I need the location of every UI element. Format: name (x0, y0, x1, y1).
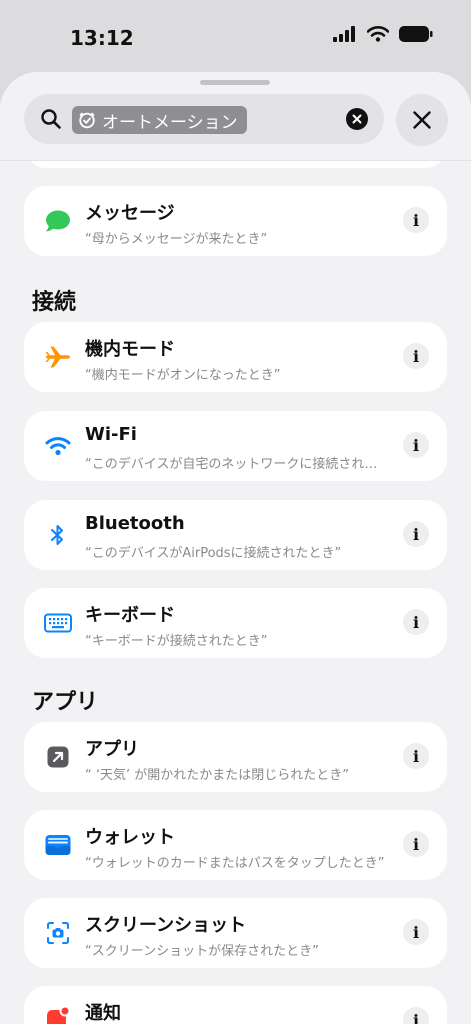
clear-x-icon (352, 114, 362, 124)
list-item-wallet[interactable]: ウォレット “ウォレットのカードまたはパスをタップしたとき” i (24, 810, 447, 880)
search-token-label: オートメーション (102, 112, 238, 133)
item-title: キーボード (85, 605, 175, 626)
item-title: スクリーンショット (85, 915, 247, 936)
battery-icon (399, 26, 433, 42)
status-time: 13:12 (70, 26, 134, 50)
list-item-keyboard[interactable]: キーボード “キーボードが接続されたとき” i (24, 588, 447, 658)
cellular-signal-icon (333, 26, 355, 42)
search-field[interactable]: オートメーション (24, 94, 384, 144)
automation-sheet: オートメーション メッセージ “母からメッセージが来たとき” i 接続 機内モー… (0, 72, 471, 1024)
item-subtitle: “キーボードが接続されたとき” (85, 634, 268, 649)
item-subtitle: “このデバイスがAirPodsに接続されたとき” (85, 546, 342, 561)
list-item-message[interactable]: メッセージ “母からメッセージが来たとき” i (24, 186, 447, 256)
notification-icon (47, 1006, 70, 1024)
item-title: アプリ (85, 739, 139, 760)
info-button[interactable]: i (403, 743, 429, 769)
item-title: Bluetooth (85, 513, 185, 534)
list-item-app[interactable]: アプリ “ ‘天気’ が開かれたかまたは閉じられたとき” i (24, 722, 447, 792)
sheet-grabber[interactable] (200, 80, 270, 85)
item-title: 通知 (85, 1003, 121, 1024)
close-x-icon (413, 111, 431, 129)
item-subtitle: “ウォレットのカードまたはパスをタップしたとき” (85, 856, 385, 871)
keyboard-icon (44, 613, 72, 633)
list-item-screenshot[interactable]: スクリーンショット “スクリーンショットが保存されたとき” i (24, 898, 447, 968)
wallet-icon (45, 835, 71, 855)
bluetooth-icon (51, 525, 63, 545)
wifi-status-icon (367, 26, 389, 42)
info-button[interactable]: i (403, 919, 429, 945)
item-subtitle: “機内モードがオンになったとき” (85, 368, 281, 383)
item-title: メッセージ (85, 203, 175, 224)
item-title: 機内モード (85, 339, 175, 360)
section-header-connection: 接続 (32, 290, 77, 315)
item-title: ウォレット (85, 827, 175, 848)
item-subtitle: “このデバイスが自宅のネットワークに接続されたとき” (85, 457, 385, 472)
item-title: Wi-Fi (85, 424, 137, 445)
info-button[interactable]: i (403, 609, 429, 635)
list-item-bluetooth[interactable]: Bluetooth “このデバイスがAirPodsに接続されたとき” i (24, 500, 447, 570)
item-subtitle: “スクリーンショットが保存されたとき” (85, 944, 319, 959)
info-button[interactable]: i (403, 1007, 429, 1024)
message-bubble-icon (45, 210, 70, 232)
search-icon (41, 109, 61, 129)
info-button[interactable]: i (403, 831, 429, 857)
search-header: オートメーション (0, 72, 471, 161)
clock-check-icon (79, 112, 95, 129)
search-token[interactable]: オートメーション (72, 106, 247, 134)
info-button[interactable]: i (403, 521, 429, 547)
item-subtitle: “母からメッセージが来たとき” (85, 232, 268, 247)
status-icons (333, 26, 433, 42)
status-bar: 13:12 (0, 0, 471, 70)
clear-search-button[interactable] (346, 108, 368, 130)
info-button[interactable]: i (403, 343, 429, 369)
wifi-icon (45, 437, 71, 456)
list-item-airplane-mode[interactable]: 機内モード “機内モードがオンになったとき” i (24, 322, 447, 392)
item-subtitle: “ ‘天気’ が開かれたかまたは閉じられたとき” (85, 768, 349, 783)
info-button[interactable]: i (403, 207, 429, 233)
list-item-notification[interactable]: 通知 i (24, 986, 447, 1024)
section-header-apps: アプリ (32, 690, 99, 715)
info-button[interactable]: i (403, 432, 429, 458)
screenshot-icon (47, 922, 69, 944)
app-arrow-icon (47, 746, 69, 768)
airplane-icon (45, 346, 70, 368)
list-item-wifi[interactable]: Wi-Fi “このデバイスが自宅のネットワークに接続されたとき” i (24, 411, 447, 481)
close-button[interactable] (396, 94, 448, 146)
